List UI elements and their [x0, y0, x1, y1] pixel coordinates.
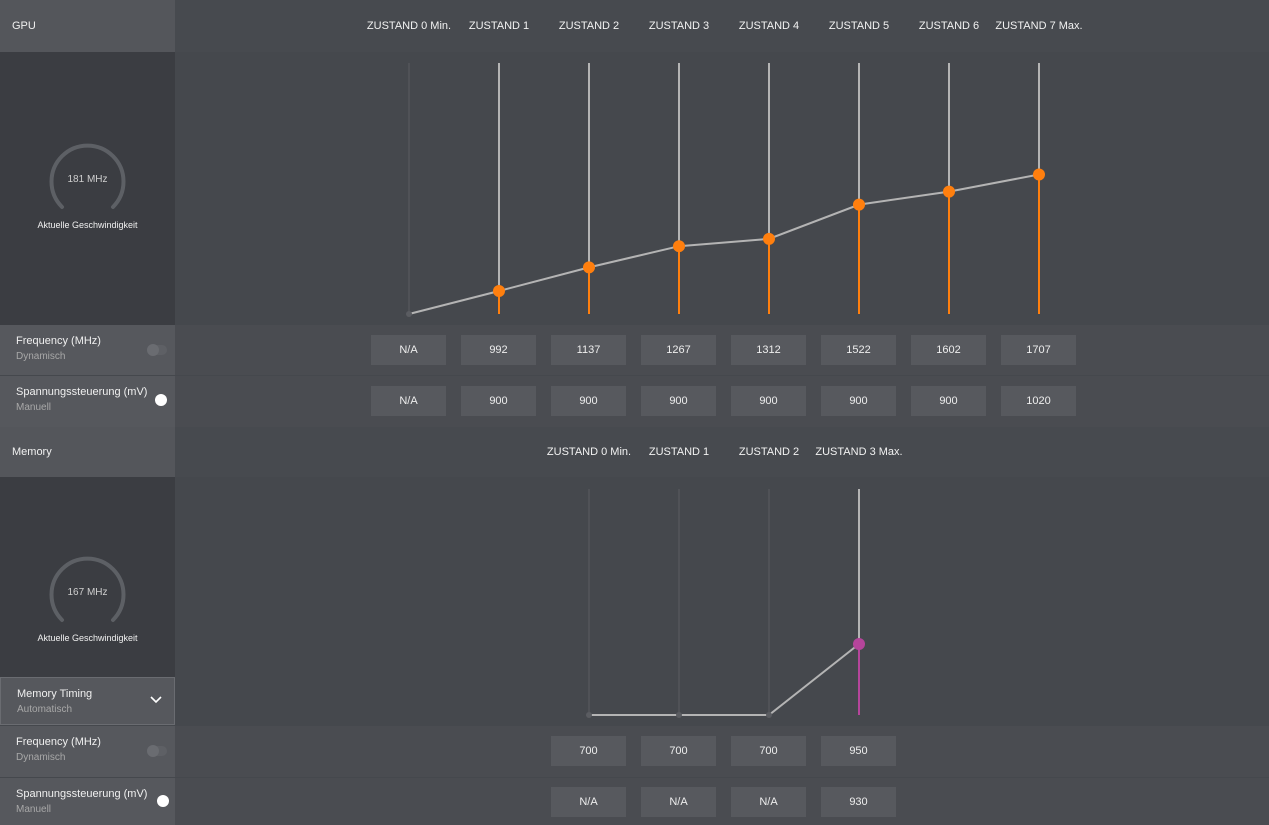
memory-state-handle — [586, 712, 592, 718]
memory-state-handle — [766, 712, 772, 718]
memory-curve — [589, 643, 860, 716]
memory-voltage-value-field[interactable]: N/A — [551, 787, 626, 817]
memory-voltage-value-field[interactable]: 930 — [821, 787, 896, 817]
memory-voltage-toggle[interactable] — [149, 795, 169, 807]
memory-frequency-value-field[interactable]: 700 — [731, 736, 806, 766]
memory-frequency-toggle[interactable] — [147, 745, 167, 757]
memory-frequency-value-field[interactable]: 700 — [641, 736, 716, 766]
memory-state-chart — [586, 489, 865, 718]
memory-state-handle[interactable] — [853, 638, 865, 650]
memory-state-handle — [676, 712, 682, 718]
memory-frequency-value-field[interactable]: 950 — [821, 736, 896, 766]
memory-voltage-value-field[interactable]: N/A — [731, 787, 806, 817]
memory-frequency-value-field[interactable]: 700 — [551, 736, 626, 766]
memory-voltage-value-field[interactable]: N/A — [641, 787, 716, 817]
